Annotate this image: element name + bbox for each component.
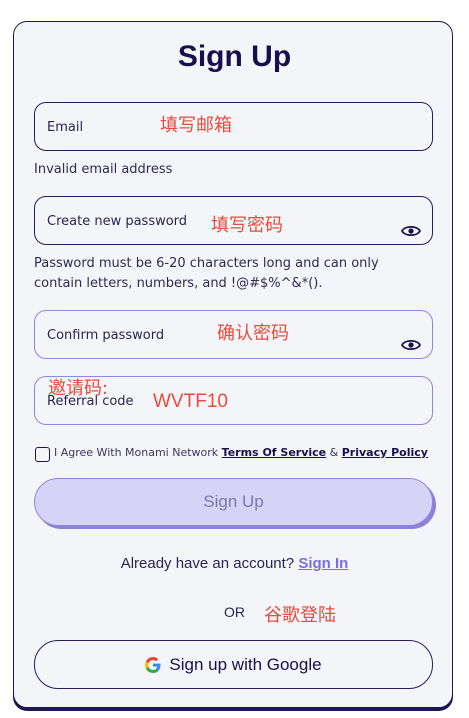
google-annotation: 谷歌登陆 — [264, 605, 336, 626]
confirm-password-label: Confirm password — [47, 328, 165, 343]
eye-icon[interactable] — [401, 338, 421, 352]
or-divider: OR — [224, 604, 245, 620]
password-annotation: 填写密码 — [211, 215, 283, 236]
eye-icon[interactable] — [401, 224, 421, 238]
agree-checkbox[interactable] — [35, 447, 50, 462]
page-title: Sign Up — [177, 40, 292, 73]
google-icon — [145, 656, 161, 673]
privacy-link[interactable]: Privacy Policy — [342, 446, 428, 459]
confirm-annotation: 确认密码 — [217, 323, 289, 344]
password-hint-line2: contain letters, numbers, and !@#$%^&*()… — [34, 276, 323, 291]
email-error: Invalid email address — [34, 162, 173, 177]
google-button-label: Sign up with Google — [169, 654, 322, 674]
agreement-prefix: I Agree With Monami Network — [54, 446, 219, 459]
password-label: Create new password — [47, 214, 188, 229]
email-field[interactable]: Email — [34, 102, 433, 151]
signup-button-label: Sign Up — [203, 492, 264, 511]
referral-annotation-label: 邀请码: — [48, 378, 109, 399]
email-annotation: 填写邮箱 — [160, 115, 232, 136]
google-signup-button[interactable]: Sign up with Google — [34, 640, 433, 689]
signin-prompt: Already have an account? Sign In — [0, 555, 469, 572]
signin-prompt-text: Already have an account? — [120, 555, 295, 572]
terms-link[interactable]: Terms Of Service — [222, 446, 326, 459]
signin-link[interactable]: Sign In — [298, 555, 348, 572]
referral-value: WVTF10 — [153, 391, 228, 412]
agreement-and: & — [329, 446, 339, 459]
agreement-text: I Agree With Monami Network Terms Of Ser… — [54, 446, 428, 459]
password-hint-line1: Password must be 6-20 characters long an… — [34, 256, 379, 271]
email-label: Email — [47, 120, 84, 135]
signup-button[interactable]: Sign Up — [34, 478, 433, 526]
